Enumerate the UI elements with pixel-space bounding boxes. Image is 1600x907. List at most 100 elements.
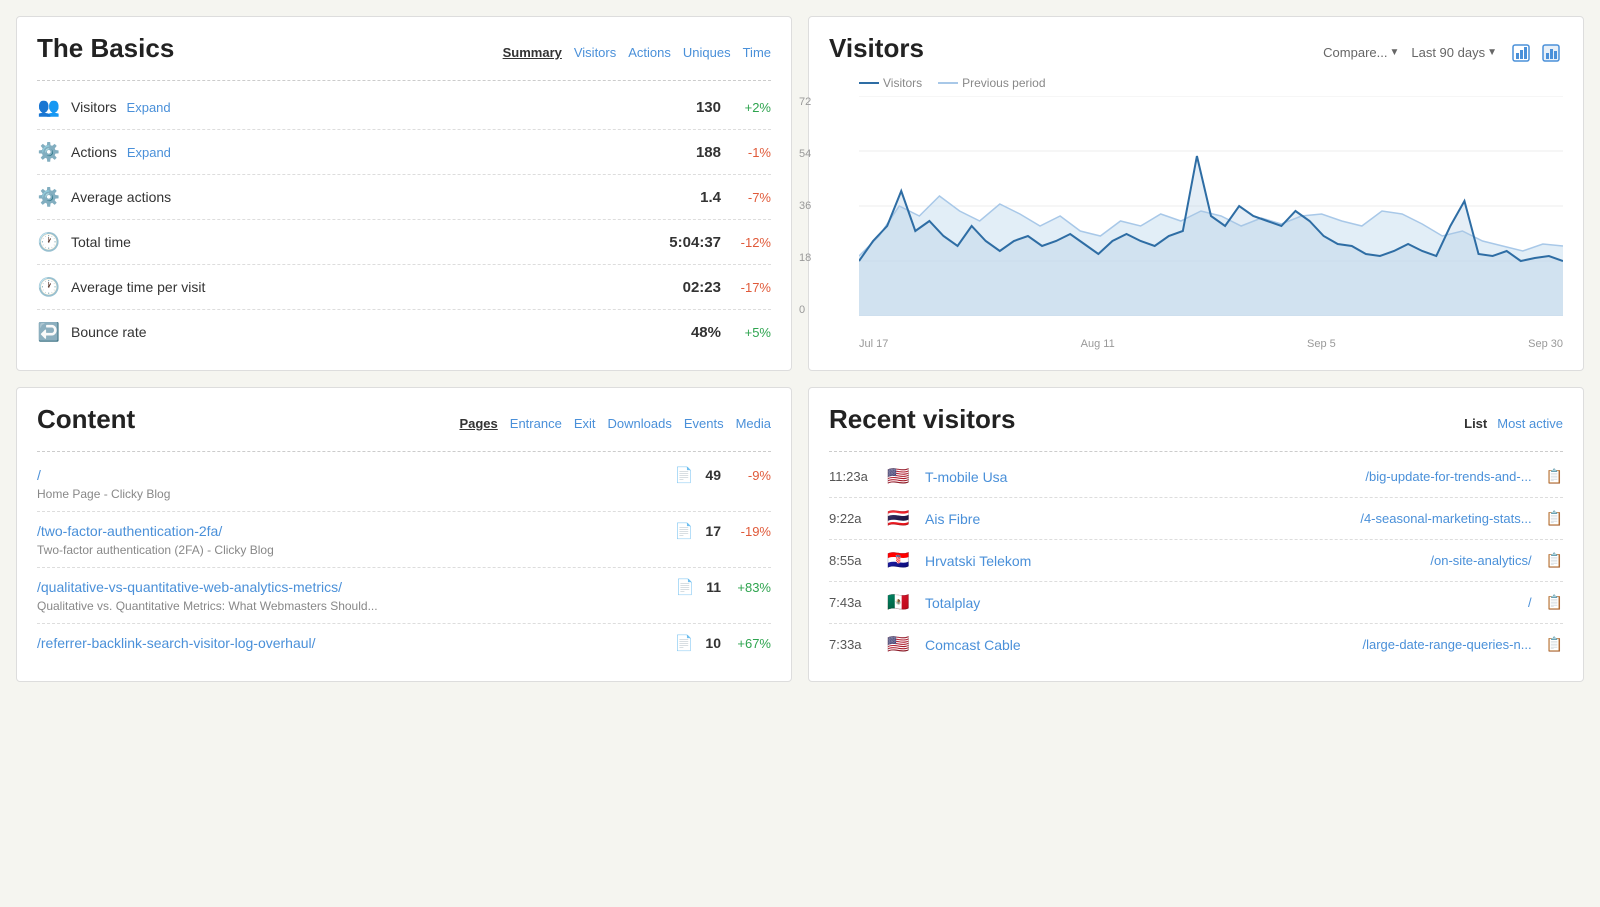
visitor-flag-1: 🇹🇭 bbox=[887, 508, 915, 529]
chart-area: 72 54 36 18 0 bbox=[829, 96, 1563, 350]
basics-title: The Basics bbox=[37, 33, 174, 64]
visitor-row-0: 11:23a 🇺🇸 T-mobile Usa /big-update-for-t… bbox=[829, 456, 1563, 498]
tab-entrance[interactable]: Entrance bbox=[510, 416, 562, 431]
metric-avg-actions: ⚙️ Average actions 1.4 -7% bbox=[37, 175, 771, 220]
tab-list[interactable]: List bbox=[1464, 416, 1487, 431]
tab-media[interactable]: Media bbox=[736, 416, 771, 431]
content-metrics-qualitative: 📄 11 +83% bbox=[676, 578, 772, 596]
bounce-icon: ↩️ bbox=[37, 320, 61, 344]
visitor-page-1[interactable]: /4-seasonal-marketing-stats... bbox=[1360, 511, 1531, 526]
metric-total-time: 🕐 Total time 5:04:37 -12% bbox=[37, 220, 771, 265]
page-link-referrer[interactable]: /referrer-backlink-search-visitor-log-ov… bbox=[37, 635, 316, 651]
page-count-2: 11 bbox=[706, 579, 721, 595]
visitor-name-1[interactable]: Ais Fibre bbox=[925, 511, 1350, 527]
content-tabs: Pages Entrance Exit Downloads Events Med… bbox=[459, 416, 771, 431]
visitors-chart-header: Visitors Compare... ▼ Last 90 days ▼ bbox=[829, 33, 1563, 72]
chart-container bbox=[859, 96, 1563, 336]
page-link-2fa[interactable]: /two-factor-authentication-2fa/ bbox=[37, 523, 222, 539]
actions-value: 188 bbox=[661, 144, 721, 161]
tab-actions[interactable]: Actions bbox=[628, 45, 671, 60]
content-row-qualitative-top: /qualitative-vs-quantitative-web-analyti… bbox=[37, 578, 771, 596]
visitor-page-3[interactable]: / bbox=[1528, 595, 1532, 610]
period-button[interactable]: Last 90 days ▼ bbox=[1411, 45, 1497, 60]
page-subtitle-0: Home Page - Clicky Blog bbox=[37, 487, 771, 501]
visitor-flag-0: 🇺🇸 bbox=[887, 466, 915, 487]
content-metrics-referrer: 📄 10 +67% bbox=[675, 634, 771, 652]
avg-actions-label: Average actions bbox=[71, 189, 661, 205]
visitor-name-3[interactable]: Totalplay bbox=[925, 595, 1518, 611]
total-time-value: 5:04:37 bbox=[661, 234, 721, 251]
visitors-chart-panel: Visitors Compare... ▼ Last 90 days ▼ bbox=[808, 16, 1584, 371]
chart-legend: Visitors Previous period bbox=[859, 76, 1563, 90]
total-time-icon: 🕐 bbox=[37, 230, 61, 254]
tab-summary[interactable]: Summary bbox=[503, 45, 562, 60]
content-row-2fa-top: /two-factor-authentication-2fa/ 📄 17 -19… bbox=[37, 522, 771, 540]
total-time-change: -12% bbox=[733, 235, 771, 250]
legend-previous-line bbox=[938, 82, 958, 84]
export-icon[interactable] bbox=[1509, 41, 1533, 65]
page-change-0: -9% bbox=[733, 468, 771, 483]
tab-visitors[interactable]: Visitors bbox=[574, 45, 616, 60]
visitors-expand[interactable]: Expand bbox=[127, 100, 171, 115]
visitors-controls: Compare... ▼ Last 90 days ▼ bbox=[1323, 41, 1563, 65]
legend-current-line bbox=[859, 82, 879, 84]
tab-pages[interactable]: Pages bbox=[459, 416, 497, 431]
actions-expand[interactable]: Expand bbox=[127, 145, 171, 160]
avg-actions-change: -7% bbox=[733, 190, 771, 205]
tab-events[interactable]: Events bbox=[684, 416, 724, 431]
content-row-referrer-top: /referrer-backlink-search-visitor-log-ov… bbox=[37, 634, 771, 652]
chart-x-labels: Jul 17 Aug 11 Sep 5 Sep 30 bbox=[859, 338, 1563, 350]
tab-uniques[interactable]: Uniques bbox=[683, 45, 731, 60]
page-icon-2: 📄 bbox=[676, 578, 695, 596]
avg-time-value: 02:23 bbox=[661, 279, 721, 296]
visitor-time-2: 8:55a bbox=[829, 553, 877, 568]
compare-arrow-icon: ▼ bbox=[1389, 47, 1399, 58]
metric-avg-time: 🕐 Average time per visit 02:23 -17% bbox=[37, 265, 771, 310]
content-row-home: / 📄 49 -9% Home Page - Clicky Blog bbox=[37, 456, 771, 512]
tab-time[interactable]: Time bbox=[743, 45, 771, 60]
page-count-3: 10 bbox=[705, 635, 721, 651]
recent-title: Recent visitors bbox=[829, 404, 1015, 435]
visitor-spy-1[interactable]: 📋 bbox=[1546, 510, 1563, 527]
actions-change: -1% bbox=[733, 145, 771, 160]
visitor-spy-4[interactable]: 📋 bbox=[1546, 636, 1563, 653]
visitor-spy-2[interactable]: 📋 bbox=[1546, 552, 1563, 569]
visitor-time-4: 7:33a bbox=[829, 637, 877, 652]
page-subtitle-2: Qualitative vs. Quantitative Metrics: Wh… bbox=[37, 599, 771, 613]
tab-exit[interactable]: Exit bbox=[574, 416, 596, 431]
content-row-home-top: / 📄 49 -9% bbox=[37, 466, 771, 484]
visitor-spy-0[interactable]: 📋 bbox=[1546, 468, 1563, 485]
bounce-label: Bounce rate bbox=[71, 324, 661, 340]
page-link-qualitative[interactable]: /qualitative-vs-quantitative-web-analyti… bbox=[37, 579, 342, 595]
compare-button[interactable]: Compare... ▼ bbox=[1323, 45, 1399, 60]
visitor-name-2[interactable]: Hrvatski Telekom bbox=[925, 553, 1420, 569]
actions-icon: ⚙️ bbox=[37, 140, 61, 164]
actions-label: Actions Expand bbox=[71, 144, 661, 160]
visitor-name-4[interactable]: Comcast Cable bbox=[925, 637, 1352, 653]
visitor-flag-2: 🇭🇷 bbox=[887, 550, 915, 571]
visitor-name-0[interactable]: T-mobile Usa bbox=[925, 469, 1355, 485]
avg-time-label: Average time per visit bbox=[71, 279, 661, 295]
basics-tabs: Summary Visitors Actions Uniques Time bbox=[503, 45, 771, 60]
tab-most-active[interactable]: Most active bbox=[1497, 416, 1563, 431]
page-subtitle-1: Two-factor authentication (2FA) - Clicky… bbox=[37, 543, 771, 557]
visitor-spy-3[interactable]: 📋 bbox=[1546, 594, 1563, 611]
visitor-page-0[interactable]: /big-update-for-trends-and-... bbox=[1365, 469, 1531, 484]
tab-downloads[interactable]: Downloads bbox=[608, 416, 672, 431]
page-link-home[interactable]: / bbox=[37, 467, 41, 483]
page-icon-0: 📄 bbox=[675, 466, 694, 484]
page-change-1: -19% bbox=[733, 524, 771, 539]
bounce-change: +5% bbox=[733, 325, 771, 340]
visitor-page-4[interactable]: /large-date-range-queries-n... bbox=[1362, 637, 1531, 652]
visitor-page-2[interactable]: /on-site-analytics/ bbox=[1430, 553, 1531, 568]
visitor-time-3: 7:43a bbox=[829, 595, 877, 610]
visitor-row-2: 8:55a 🇭🇷 Hrvatski Telekom /on-site-analy… bbox=[829, 540, 1563, 582]
avg-actions-icon: ⚙️ bbox=[37, 185, 61, 209]
period-arrow-icon: ▼ bbox=[1487, 47, 1497, 58]
visitor-row-3: 7:43a 🇲🇽 Totalplay / 📋 bbox=[829, 582, 1563, 624]
page-change-2: +83% bbox=[733, 580, 771, 595]
visitor-row-4: 7:33a 🇺🇸 Comcast Cable /large-date-range… bbox=[829, 624, 1563, 665]
visitor-row-1: 9:22a 🇹🇭 Ais Fibre /4-seasonal-marketing… bbox=[829, 498, 1563, 540]
avg-actions-value: 1.4 bbox=[661, 189, 721, 206]
bar-chart-icon[interactable] bbox=[1539, 41, 1563, 65]
